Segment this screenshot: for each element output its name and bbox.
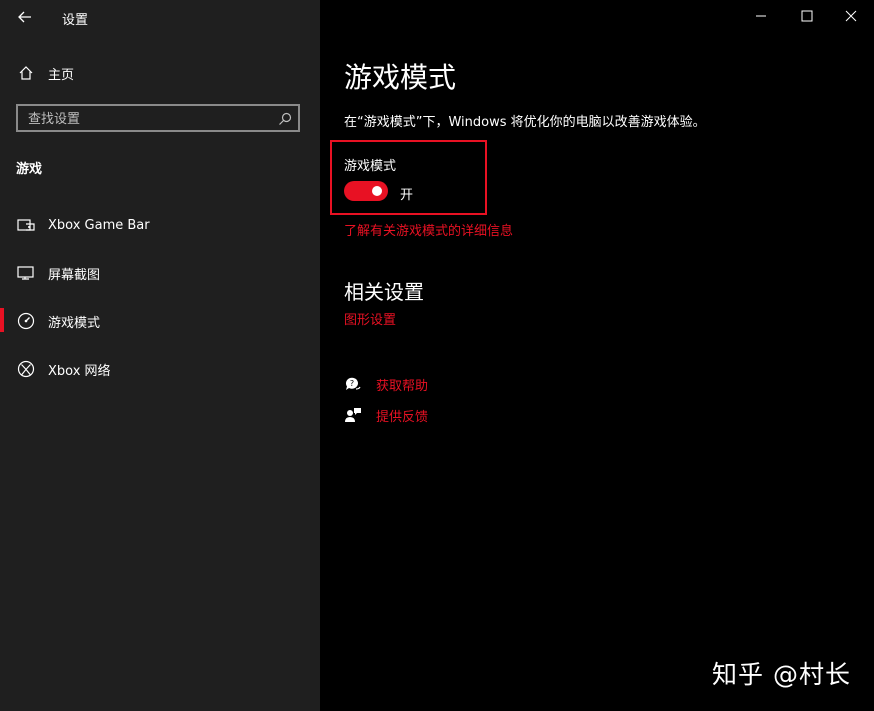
maximize-button[interactable] (784, 0, 830, 32)
sidebar: 设置 主页 游戏 Xbox Game Bar 屏幕截图 游戏模式 (0, 0, 320, 711)
graphics-settings-link[interactable]: 图形设置 (344, 309, 396, 328)
game-mode-toggle[interactable] (344, 181, 388, 201)
sidebar-item-capture[interactable]: 屏幕截图 (0, 253, 320, 293)
search-box[interactable] (16, 104, 300, 132)
page-description: 在“游戏模式”下，Windows 将优化你的电脑以改善游戏体验。 (344, 115, 706, 130)
close-button[interactable] (828, 0, 874, 32)
toggle-state-text: 开 (400, 188, 414, 203)
toggle-label: 游戏模式 (344, 159, 397, 174)
get-help-row[interactable]: ? 获取帮助 (344, 373, 428, 395)
search-icon[interactable] (278, 111, 292, 125)
page-title: 游戏模式 (344, 61, 457, 94)
search-input[interactable] (26, 108, 270, 130)
sidebar-item-game-mode[interactable]: 游戏模式 (0, 301, 320, 341)
sidebar-item-label: 游戏模式 (48, 315, 101, 331)
watermark-text: 知乎 @村长 (712, 660, 851, 689)
learn-more-link[interactable]: 了解有关游戏模式的详细信息 (344, 220, 513, 239)
feedback-row[interactable]: 提供反馈 (344, 404, 428, 426)
sidebar-item-label: Xbox 网络 (48, 363, 111, 379)
minimize-icon (756, 15, 766, 17)
close-icon (845, 10, 857, 22)
related-settings-title: 相关设置 (344, 280, 424, 304)
window-title: 设置 (62, 13, 89, 28)
back-button[interactable] (14, 6, 36, 28)
section-title: 游戏 (16, 162, 43, 177)
feedback-icon (344, 406, 362, 424)
minimize-button[interactable] (738, 0, 784, 32)
sidebar-item-label: 主页 (48, 67, 75, 83)
game-mode-icon (17, 312, 35, 330)
sidebar-item-home[interactable]: 主页 (0, 53, 320, 93)
give-feedback-link[interactable]: 提供反馈 (376, 406, 428, 425)
sidebar-item-xbox-game-bar[interactable]: Xbox Game Bar (0, 205, 320, 245)
help-chat-icon: ? (344, 375, 362, 393)
sidebar-item-label: Xbox Game Bar (48, 217, 150, 233)
get-help-link[interactable]: 获取帮助 (376, 375, 428, 394)
xbox-icon (17, 360, 35, 378)
highlight-box (330, 140, 487, 215)
main-content: 游戏模式 在“游戏模式”下，Windows 将优化你的电脑以改善游戏体验。 游戏… (320, 0, 874, 711)
svg-text:?: ? (350, 379, 354, 388)
home-icon (17, 64, 35, 82)
toggle-knob (372, 186, 382, 196)
back-arrow-icon (18, 11, 31, 23)
capture-icon (17, 264, 35, 282)
maximize-icon (801, 10, 813, 22)
sidebar-item-xbox-network[interactable]: Xbox 网络 (0, 349, 320, 389)
sidebar-item-label: 屏幕截图 (48, 267, 101, 283)
gamebar-icon (17, 216, 35, 234)
